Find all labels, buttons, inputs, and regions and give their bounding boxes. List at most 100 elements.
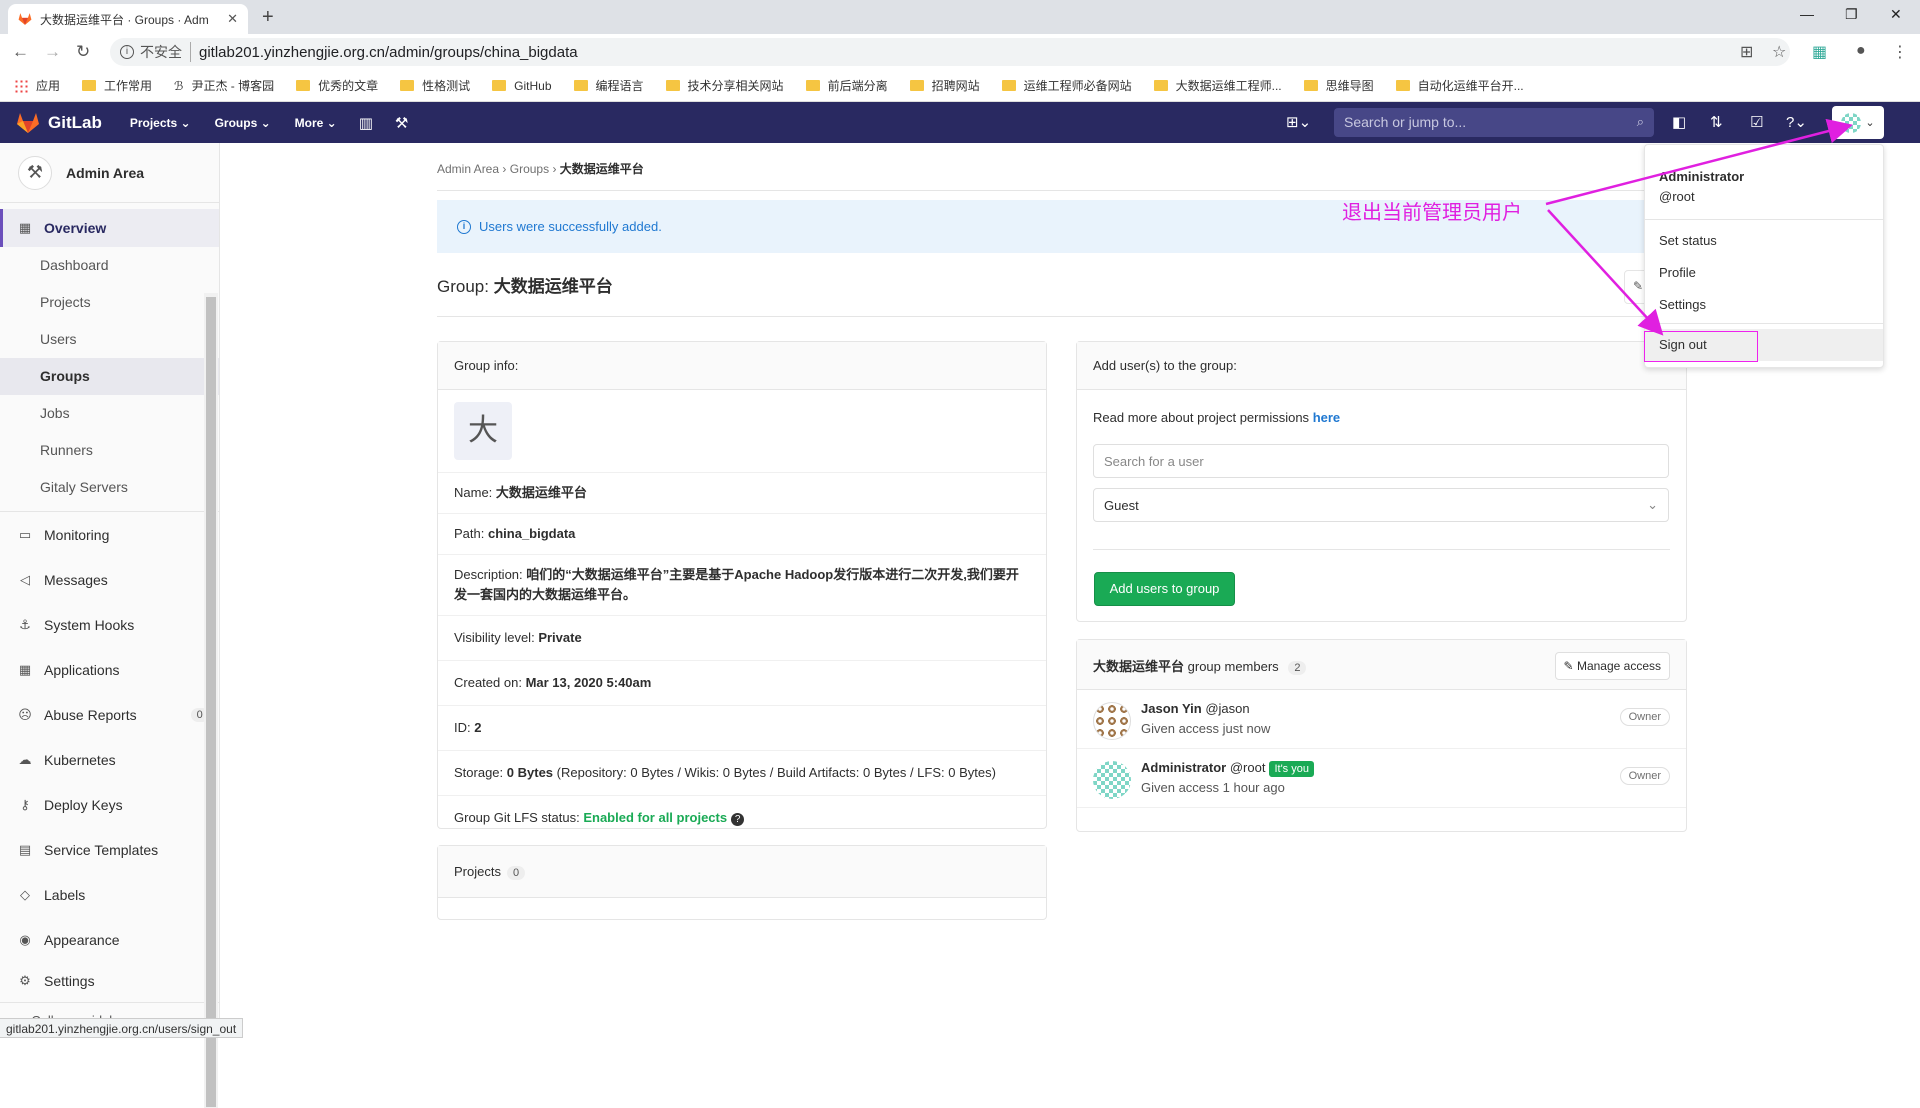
member-access: Given access 1 hour ago <box>1141 780 1285 795</box>
sidebar-scrollbar[interactable] <box>204 293 218 1108</box>
nav-projects[interactable]: Projects ⌄ <box>130 116 191 130</box>
browser-menu-icon[interactable]: ⋮ <box>1892 42 1908 62</box>
nav-groups[interactable]: Groups ⌄ <box>215 116 271 130</box>
sidebar-item-service-templates[interactable]: ▤ Service Templates <box>0 827 219 872</box>
sidebar-item-monitoring[interactable]: ▭ Monitoring <box>0 512 219 557</box>
user-search-input[interactable]: Search for a user <box>1093 444 1669 478</box>
sidebar-item-groups[interactable]: Groups <box>0 358 219 395</box>
minimize-icon[interactable]: — <box>1800 6 1814 22</box>
bookmark-folder[interactable]: 编程语言 <box>573 77 644 94</box>
sidebar-item-settings[interactable]: ⚙ Settings <box>0 962 219 1000</box>
breadcrumb-separator-icon: › <box>552 162 560 176</box>
add-users-button[interactable]: Add users to group <box>1094 572 1235 606</box>
sidebar-item-runners[interactable]: Runners <box>0 432 219 469</box>
sidebar-item-applications[interactable]: ▦ Applications <box>0 647 219 692</box>
breadcrumb-groups[interactable]: Groups <box>510 162 549 176</box>
group-lfs-row: Group Git LFS status: Enabled for all pr… <box>438 796 1046 840</box>
new-dropdown-icon[interactable]: ⊞⌄ <box>1286 113 1311 131</box>
dropdown-set-status[interactable]: Set status <box>1659 233 1717 248</box>
manage-access-button[interactable]: ✎ Manage access <box>1554 652 1670 680</box>
dropdown-settings[interactable]: Settings <box>1659 297 1706 312</box>
sidebar-item-messages[interactable]: ◁ Messages <box>0 557 219 602</box>
megaphone-icon: ◁ <box>20 571 30 587</box>
sidebar-item-deploy-keys[interactable]: ⚷ Deploy Keys <box>0 782 219 827</box>
edit-icon: ✎ <box>1633 279 1644 293</box>
group-name-row: Name: 大数据运维平台 <box>438 473 1046 514</box>
its-you-badge: It's you <box>1269 761 1314 777</box>
star-icon[interactable]: ☆ <box>1772 42 1786 62</box>
restore-icon[interactable]: ❐ <box>1845 6 1858 23</box>
merge-requests-icon[interactable]: ⇅ <box>1710 113 1723 131</box>
sidebar-item-kubernetes[interactable]: ☁ Kubernetes <box>0 737 219 782</box>
gitlab-logo[interactable]: GitLab <box>16 112 102 134</box>
forward-icon[interactable]: → <box>44 42 61 62</box>
window-close-icon[interactable]: ✕ <box>1890 6 1902 23</box>
translate-icon[interactable]: ⊞ <box>1740 42 1753 62</box>
member-name[interactable]: Administrator <box>1141 760 1226 775</box>
sidebar-item-users[interactable]: Users <box>0 321 219 358</box>
sidebar-header[interactable]: ⚒ Admin Area <box>0 143 219 203</box>
bookmark-folder[interactable]: 前后端分离 <box>805 77 888 94</box>
admin-wrench-icon[interactable]: ⚒ <box>395 114 408 132</box>
bookmark-folder[interactable]: 运维工程师必备网站 <box>1001 77 1132 94</box>
cloud-icon: ☁ <box>18 751 32 767</box>
sidebar-item-abuse-reports[interactable]: ☹ Abuse Reports 0 <box>0 692 219 737</box>
reload-icon[interactable]: ↻ <box>76 42 90 62</box>
member-avatar[interactable] <box>1093 702 1131 740</box>
member-name[interactable]: Jason Yin <box>1141 701 1202 716</box>
help-question-icon[interactable]: ? <box>731 813 745 826</box>
bookmark-folder[interactable]: 大数据运维工程师... <box>1153 77 1282 94</box>
lfs-status-link[interactable]: Enabled for all projects <box>583 810 727 825</box>
sidebar-item-appearance[interactable]: ◉ Appearance <box>0 917 219 962</box>
members-panel: 大数据运维平台 group members 2 ✎ Manage access … <box>1076 639 1687 832</box>
dropdown-user-info[interactable]: Administrator @root <box>1659 167 1744 207</box>
help-icon[interactable]: ?⌄ <box>1786 113 1807 131</box>
bookmark-folder[interactable]: 性格测试 <box>400 77 470 94</box>
address-bar-row: ← → ↻ i 不安全 gitlab201.yinzhengjie.org.cn… <box>0 34 1920 70</box>
search-input[interactable]: Search or jump to... ⌕ <box>1334 108 1654 137</box>
apps-icon <box>14 78 28 93</box>
extension-icon[interactable]: ▦ <box>1812 42 1827 62</box>
panel-header: 大数据运维平台 group members 2 ✎ Manage access <box>1077 640 1686 690</box>
sidebar-item-gitaly-servers[interactable]: Gitaly Servers <box>0 469 219 506</box>
member-avatar[interactable] <box>1093 761 1131 799</box>
hook-icon: ⚓ <box>19 616 31 632</box>
sidebar-item-labels[interactable]: ◇ Labels <box>0 872 219 917</box>
bookmark-folder[interactable]: 自动化运维平台开... <box>1395 77 1524 94</box>
bookmark-folder[interactable]: 优秀的文章 <box>296 77 378 94</box>
role-select[interactable]: Guest ⌄ <box>1093 488 1669 522</box>
sidebar-item-overview[interactable]: ▦ Overview <box>0 209 219 247</box>
bookmark-folder[interactable]: 招聘网站 <box>909 77 980 94</box>
sidebar-item-system-hooks[interactable]: ⚓ System Hooks <box>0 602 219 647</box>
sidebar-item-dashboard[interactable]: Dashboard <box>0 247 219 284</box>
nav-more[interactable]: More ⌄ <box>295 116 337 130</box>
bookmark-folder[interactable]: 工作常用 <box>82 77 152 94</box>
activity-chart-icon[interactable]: ▥ <box>359 114 373 132</box>
browser-tab[interactable]: 大数据运维平台 · Groups · Adm ✕ <box>8 4 248 34</box>
url-field[interactable]: i 不安全 gitlab201.yinzhengjie.org.cn/admin… <box>110 38 1790 66</box>
issues-icon[interactable]: ◧ <box>1672 113 1686 131</box>
panel-header: Projects 0 <box>438 846 1046 898</box>
scrollbar-thumb[interactable] <box>206 297 216 1107</box>
tab-title: 大数据运维平台 · Groups · Adm <box>40 12 209 27</box>
bookmark-link[interactable]: ℬ 尹正杰 - 博客园 <box>174 77 274 94</box>
profile-icon[interactable]: ● <box>1856 42 1866 60</box>
bookmark-apps[interactable]: 应用 <box>14 77 60 94</box>
permissions-link[interactable]: here <box>1313 410 1340 425</box>
sidebar-item-projects[interactable]: Projects <box>0 284 219 321</box>
back-icon[interactable]: ← <box>12 42 29 62</box>
todos-icon[interactable]: ☑ <box>1750 113 1763 131</box>
group-created-row: Created on: Mar 13, 2020 5:40am <box>438 661 1046 706</box>
bookmark-folder[interactable]: GitHub <box>492 79 552 93</box>
site-info-icon[interactable]: i <box>120 45 134 59</box>
user-avatar-button[interactable]: ⌄ <box>1832 106 1884 139</box>
bookmark-folder[interactable]: 技术分享相关网站 <box>665 77 784 94</box>
breadcrumb-admin-area[interactable]: Admin Area <box>437 162 499 176</box>
bookmark-folder[interactable]: 思维导图 <box>1303 77 1374 94</box>
sidebar-item-jobs[interactable]: Jobs <box>0 395 219 432</box>
breadcrumb-current[interactable]: 大数据运维平台 <box>560 162 644 176</box>
group-info-panel: Group info: 大 Name: 大数据运维平台 Path: china_… <box>437 341 1047 829</box>
tab-close-icon[interactable]: ✕ <box>227 11 238 27</box>
dropdown-profile[interactable]: Profile <box>1659 265 1696 280</box>
new-tab-icon[interactable]: + <box>262 6 274 29</box>
